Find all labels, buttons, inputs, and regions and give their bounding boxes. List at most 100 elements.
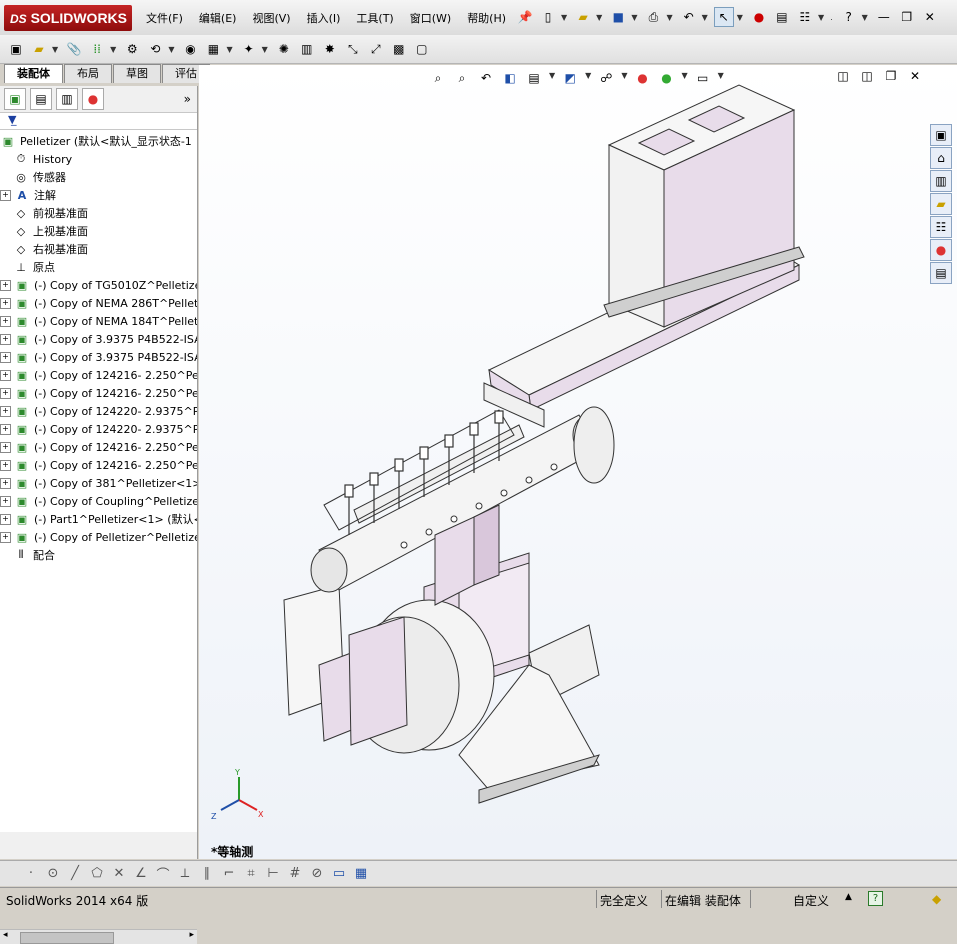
chevron-down-icon[interactable]: ▼ [110, 45, 116, 54]
tree-item[interactable]: ◎ 传感器 [0, 168, 197, 186]
chevron-down-icon[interactable]: ▼ [818, 13, 824, 22]
tree-item[interactable]: + ▣ (-) Copy of 124220- 2.9375^Pe [0, 420, 197, 438]
expand-icon[interactable]: + [0, 387, 11, 399]
expand-icon[interactable]: + [0, 495, 11, 507]
new-part-icon[interactable]: ▰ [29, 39, 49, 59]
save-icon[interactable]: ■ [608, 7, 628, 27]
tab-sketch[interactable]: 草图 [113, 64, 161, 83]
quick-tips-help-icon[interactable]: ? [868, 891, 883, 906]
scroll-right-icon[interactable]: ▸ [189, 930, 194, 940]
perpendicular-icon[interactable]: ⟂ [174, 866, 196, 881]
dimension-icon[interactable]: ⊢ [262, 866, 284, 881]
menu-window[interactable]: 窗口(W) [410, 10, 451, 26]
move-component-icon[interactable]: ⟲ [145, 39, 165, 59]
options-icon[interactable]: ☷ [795, 7, 815, 27]
pelletizer-model[interactable]: Y X Z [199, 65, 957, 859]
chevron-down-icon[interactable]: ▼ [737, 13, 743, 22]
home-icon[interactable]: ⌂ [930, 147, 952, 169]
tree-item[interactable]: ⏱ History [0, 150, 197, 168]
expand-icon[interactable]: + [0, 351, 11, 363]
expand-icon[interactable]: + [0, 297, 11, 309]
pin-icon[interactable]: 📌 [515, 7, 535, 27]
chevron-up-icon[interactable]: ▲ [845, 892, 852, 902]
bill-of-materials-icon[interactable]: ▥ [297, 39, 317, 59]
chevron-down-icon[interactable]: ▼ [666, 13, 672, 22]
help-icon[interactable]: ? [839, 7, 859, 27]
horizontal-scrollbar[interactable]: ◂ ▸ [0, 929, 197, 944]
parallel-icon[interactable]: ∥ [196, 866, 218, 881]
property-manager-icon[interactable]: ▤ [30, 88, 52, 110]
chevron-down-icon[interactable]: ▼ [52, 45, 58, 54]
rectangle-icon[interactable]: ▭ [328, 866, 350, 881]
instant3d-icon[interactable]: ⤢ [366, 39, 386, 59]
menu-file[interactable]: 文件(F) [146, 10, 183, 26]
snapshot-icon[interactable]: ▢ [412, 39, 432, 59]
menu-insert[interactable]: 插入(I) [307, 10, 341, 26]
assembly-features-icon[interactable]: ▦ [203, 39, 223, 59]
tree-item[interactable]: ⊥ 原点 [0, 258, 197, 276]
configuration-manager-icon[interactable]: ▥ [56, 88, 78, 110]
rebuild-tag-icon[interactable]: ◆ [932, 892, 941, 906]
circle-point-icon[interactable]: ⊙ [42, 866, 64, 881]
tree-item[interactable]: + ▣ (-) Copy of 124220- 2.9375^Pe [0, 402, 197, 420]
new-motion-study-icon[interactable]: ✺ [274, 39, 294, 59]
chevron-down-icon[interactable]: ▼ [596, 13, 602, 22]
expand-icon[interactable]: + [0, 315, 11, 327]
polygon-icon[interactable]: ⬠ [86, 866, 108, 881]
chevron-down-icon[interactable]: ▼ [561, 13, 567, 22]
overflow-icon[interactable]: . [830, 13, 833, 22]
expand-icon[interactable]: + [0, 405, 11, 417]
point-icon[interactable]: · [20, 866, 42, 881]
reference-geometry-icon[interactable]: ✦ [239, 39, 259, 59]
chevron-down-icon[interactable]: ▼ [702, 13, 708, 22]
solidworks-logo[interactable]: DS SOLIDWORKS [4, 5, 132, 31]
filter-bar[interactable]: ▼̲ [0, 113, 197, 130]
expand-icon[interactable]: + [0, 441, 11, 453]
tree-item[interactable]: ◇ 右视基准面 [0, 240, 197, 258]
expand-icon[interactable]: + [0, 189, 11, 201]
show-hidden-icon[interactable]: ◉ [180, 39, 200, 59]
select-arrow-icon[interactable]: ↖ [713, 7, 734, 27]
tree-item[interactable]: + ▣ (-) Copy of 381^Pelletizer<1> ( [0, 474, 197, 492]
tab-layout[interactable]: 布局 [64, 64, 112, 83]
tree-item[interactable]: + ▣ (-) Copy of NEMA 286T^Pelletiz [0, 294, 197, 312]
appearances-scenes-icon[interactable]: ● [930, 239, 952, 261]
menu-view[interactable]: 视图(V) [252, 10, 290, 26]
tree-item[interactable]: + ▣ (-) Copy of Pelletizer^Pelletizer_ [0, 528, 197, 546]
snap-icon[interactable]: ⊘ [306, 866, 328, 881]
menu-tools[interactable]: 工具(T) [356, 10, 393, 26]
expand-icon[interactable]: + [0, 459, 11, 471]
exploded-view-icon[interactable]: ✸ [320, 39, 340, 59]
expand-icon[interactable]: + [0, 333, 11, 345]
tree-item[interactable]: + ▣ (-) Copy of 3.9375 P4B522-ISA [0, 330, 197, 348]
tree-item[interactable]: + ▣ (-) Copy of 124216- 2.250^Pell [0, 366, 197, 384]
expand-icon[interactable]: + [0, 477, 11, 489]
menu-help[interactable]: 帮助(H) [467, 10, 506, 26]
smart-fasteners-icon[interactable]: ⚙ [122, 39, 142, 59]
linear-pattern-icon[interactable]: ⁞⁞ [87, 39, 107, 59]
file-properties-icon[interactable]: ▤ [772, 7, 792, 27]
expand-icon[interactable]: + [0, 531, 11, 543]
chevron-down-icon[interactable]: ▼ [168, 45, 174, 54]
tree-item[interactable]: + ▣ (-) Copy of Coupling^Pelletizer< [0, 492, 197, 510]
table-icon[interactable]: ▦ [350, 866, 372, 881]
intersection-icon[interactable]: ✕ [108, 866, 130, 881]
tree-item[interactable]: + ▣ (-) Copy of 124216- 2.250^Pell [0, 438, 197, 456]
units-selector[interactable]: 自定义 [793, 892, 829, 909]
expand-icon[interactable]: + [0, 369, 11, 381]
chevron-down-icon[interactable]: ▼ [631, 13, 637, 22]
tree-item[interactable]: + ▣ (-) Copy of TG5010Z^Pelletizer- [0, 276, 197, 294]
file-explorer-icon[interactable]: ▰ [930, 193, 952, 215]
expand-icon[interactable]: + [0, 423, 11, 435]
menu-edit[interactable]: 编辑(E) [199, 10, 237, 26]
expand-panel-icon[interactable]: » [184, 92, 191, 106]
undo-icon[interactable]: ↶ [679, 7, 699, 27]
scrollbar-thumb[interactable] [20, 932, 114, 944]
appearance-manager-icon[interactable]: ● [82, 88, 104, 110]
tree-item[interactable]: + ▣ (-) Copy of NEMA 184T^Pelletiz [0, 312, 197, 330]
open-folder-icon[interactable]: ▰ [573, 7, 593, 27]
scroll-left-icon[interactable]: ◂ [3, 930, 8, 940]
tree-item[interactable]: + ▣ (-) Copy of 124216- 2.250^Pell [0, 456, 197, 474]
new-document-icon[interactable]: ▯ [538, 7, 558, 27]
funnel-icon[interactable]: ▼̲ [8, 113, 16, 126]
